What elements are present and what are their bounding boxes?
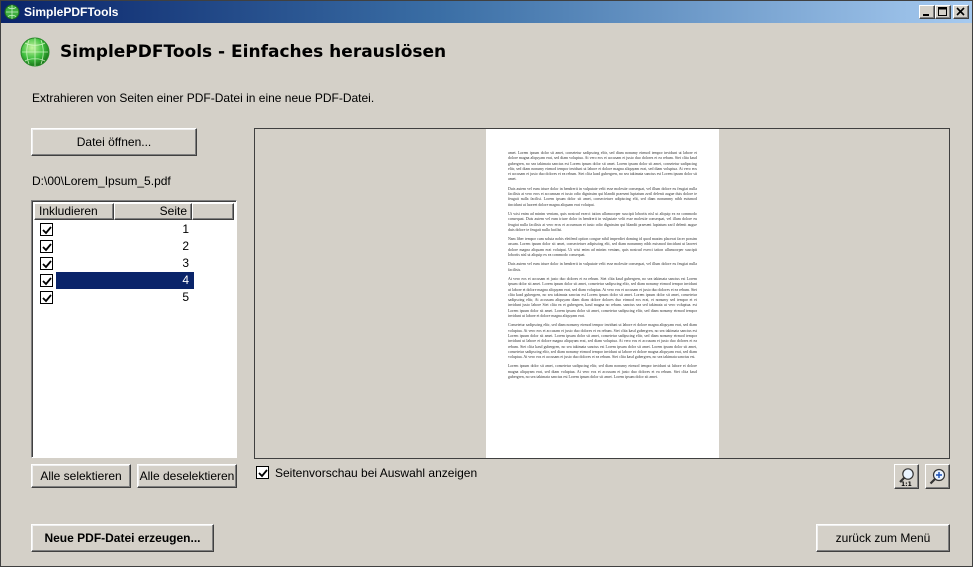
svg-text:1:1: 1:1 bbox=[901, 481, 912, 487]
preview-paragraph: amet. Lorem ipsum dolor sit amet, conset… bbox=[508, 151, 697, 182]
preview-paragraph: Lorem ipsum dolor sit amet, consetetur s… bbox=[508, 364, 697, 379]
zoom-in-icon bbox=[929, 468, 946, 485]
page-number: 5 bbox=[182, 290, 189, 304]
title-bar[interactable]: SimplePDFTools bbox=[1, 1, 972, 23]
preview-paragraph: Nam liber tempor cum soluta nobis eleife… bbox=[508, 237, 697, 258]
preview-paragraph: Consetetur sadipscing elitr, sed diam no… bbox=[508, 323, 697, 360]
close-icon bbox=[956, 7, 965, 16]
preview-paragraph: Duis autem vel eum iriure dolor in hendr… bbox=[508, 262, 697, 272]
zoom-actual-size-icon: 1:1 bbox=[899, 468, 914, 487]
checkmark-icon bbox=[42, 243, 52, 252]
include-checkbox[interactable] bbox=[40, 257, 53, 270]
checkmark-icon bbox=[42, 294, 52, 303]
page-preview-panel[interactable]: amet. Lorem ipsum dolor sit amet, conset… bbox=[254, 128, 950, 459]
table-row[interactable]: 2 bbox=[34, 238, 234, 255]
select-all-button[interactable]: Alle selektieren bbox=[31, 464, 131, 488]
minimize-button[interactable] bbox=[919, 5, 935, 19]
maximize-icon bbox=[938, 7, 947, 16]
preview-checkbox-label[interactable]: Seitenvorschau bei Auswahl anzeigen bbox=[275, 466, 575, 480]
preview-paragraph: Duis autem vel eum iriure dolor in hendr… bbox=[508, 186, 697, 207]
back-to-menu-button[interactable]: zurück zum Menü bbox=[816, 524, 950, 552]
checkmark-icon bbox=[42, 226, 52, 235]
page-description: Extrahieren von Seiten einer PDF-Datei i… bbox=[32, 91, 375, 105]
include-checkbox[interactable] bbox=[40, 274, 53, 287]
window-title: SimplePDFTools bbox=[24, 5, 119, 19]
globe-logo-icon bbox=[20, 37, 50, 67]
preview-checkbox[interactable] bbox=[256, 466, 269, 479]
include-checkbox[interactable] bbox=[40, 291, 53, 304]
page-number: 1 bbox=[182, 222, 189, 236]
column-header-page[interactable]: Seite bbox=[114, 203, 192, 220]
page-number: 3 bbox=[182, 256, 189, 270]
preview-paragraph: Ut wisi enim ad minim veniam, quis nostr… bbox=[508, 211, 697, 232]
preview-paragraph: At vero eos et accusam et justo duo dolo… bbox=[508, 276, 697, 319]
close-button[interactable] bbox=[953, 5, 969, 19]
page-number: 2 bbox=[182, 239, 189, 253]
preview-page: amet. Lorem ipsum dolor sit amet, conset… bbox=[486, 129, 719, 458]
file-path-label: D:\00\Lorem_Ipsum_5.pdf bbox=[32, 174, 171, 188]
column-header-include[interactable]: Inkludieren bbox=[34, 203, 114, 220]
globe-app-icon bbox=[4, 4, 20, 20]
checkmark-icon bbox=[42, 277, 52, 286]
table-row[interactable]: 3 bbox=[34, 255, 234, 272]
include-checkbox[interactable] bbox=[40, 223, 53, 236]
include-checkbox[interactable] bbox=[40, 240, 53, 253]
maximize-button[interactable] bbox=[935, 5, 951, 19]
zoom-in-button[interactable] bbox=[925, 464, 950, 489]
app-window: SimplePDFTools SimplePDFTools - Einfache… bbox=[0, 0, 973, 567]
column-header-filler bbox=[192, 203, 234, 220]
create-pdf-button[interactable]: Neue PDF-Datei erzeugen... bbox=[31, 524, 214, 552]
open-file-button[interactable]: Datei öffnen... bbox=[31, 128, 197, 156]
page-title: SimplePDFTools - Einfaches herauslösen bbox=[60, 42, 447, 62]
table-row[interactable]: 4 bbox=[34, 272, 234, 289]
pages-list[interactable]: Inkludieren Seite 1 2 3 4 5 bbox=[31, 200, 237, 458]
deselect-all-button[interactable]: Alle deselektieren bbox=[137, 464, 237, 488]
minimize-icon bbox=[923, 14, 929, 16]
page-number: 4 bbox=[182, 273, 189, 287]
zoom-actual-size-button[interactable]: 1:1 bbox=[894, 464, 919, 489]
checkmark-icon bbox=[258, 469, 268, 478]
list-header: Inkludieren Seite bbox=[34, 203, 234, 220]
checkmark-icon bbox=[42, 260, 52, 269]
table-row[interactable]: 5 bbox=[34, 289, 234, 306]
table-row[interactable]: 1 bbox=[34, 221, 234, 238]
